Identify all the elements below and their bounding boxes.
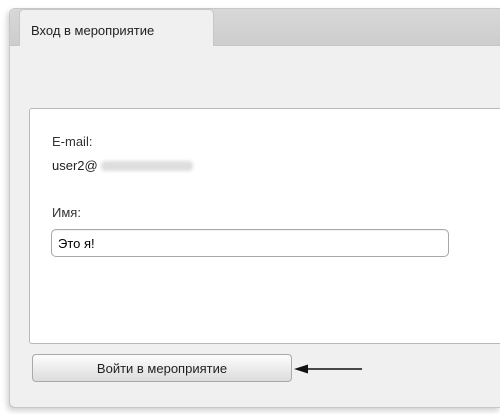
- tab-strip: Вход в мероприятие: [10, 9, 500, 46]
- email-label: E-mail:: [52, 134, 93, 149]
- email-value-text: user2@: [52, 158, 98, 173]
- arrow-left-icon: [294, 364, 362, 374]
- form-panel: E-mail: user2@ Имя:: [29, 108, 500, 344]
- email-value: user2@: [52, 158, 193, 173]
- tab-join-event[interactable]: Вход в мероприятие: [19, 9, 214, 46]
- event-window: Вход в мероприятие E-mail: user2@ Имя:: [9, 8, 500, 408]
- name-input[interactable]: [51, 229, 449, 257]
- join-event-button[interactable]: Войти в мероприятие: [32, 354, 292, 382]
- email-redacted-blur: [100, 161, 193, 171]
- name-label: Имя:: [52, 205, 81, 220]
